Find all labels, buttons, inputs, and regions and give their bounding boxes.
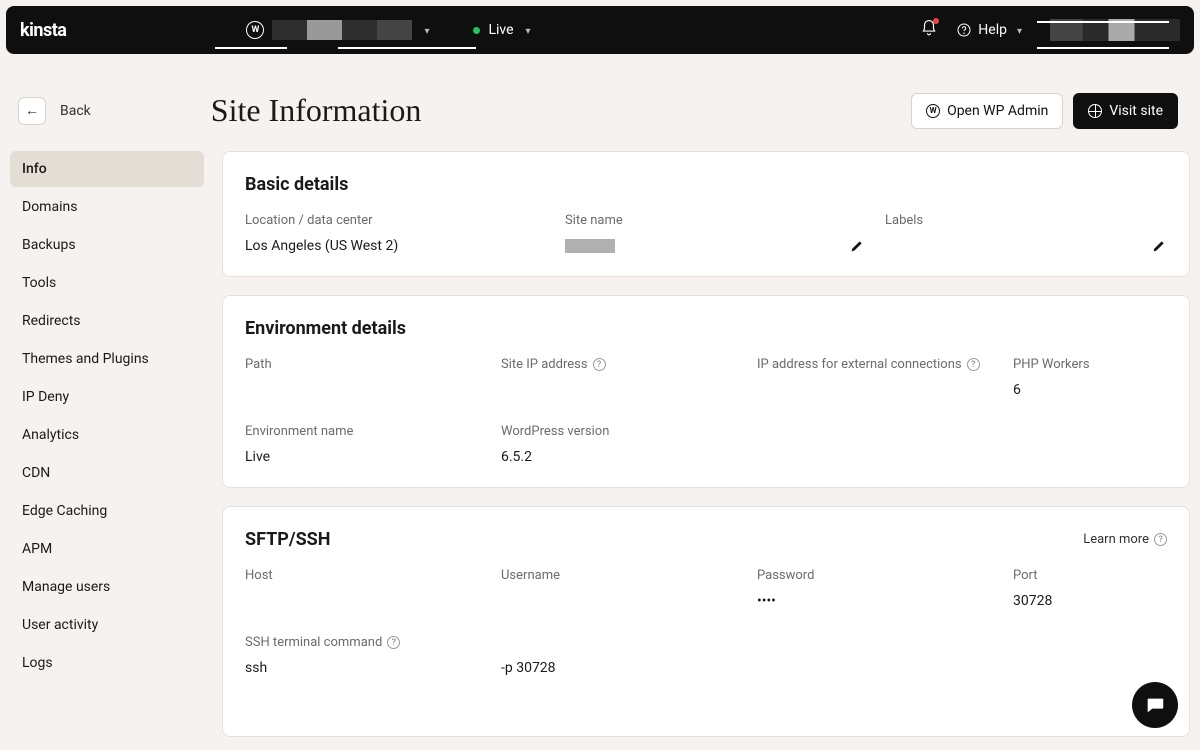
ssh-cmd-value-a: ssh	[245, 660, 481, 676]
info-icon[interactable]	[387, 636, 400, 649]
support-chat-button[interactable]	[1132, 682, 1178, 728]
username-label: Username	[501, 568, 737, 583]
environment-details-card: Environment details Path Site IP address…	[222, 295, 1190, 488]
site-ip-value	[501, 382, 737, 398]
ssh-cmd-value-b: -p 30728	[501, 660, 737, 676]
chevron-down-icon	[526, 23, 531, 37]
port-label: Port	[1013, 568, 1167, 583]
sidebar-item-backups[interactable]: Backups	[10, 227, 204, 263]
username-value	[501, 593, 737, 609]
site-name-redacted	[272, 20, 412, 40]
sidebar-item-ip-deny[interactable]: IP Deny	[10, 379, 204, 415]
status-dot-icon	[473, 27, 480, 34]
visit-site-button[interactable]: Visit site	[1073, 93, 1178, 129]
info-icon	[1154, 533, 1167, 546]
wordpress-icon	[246, 21, 264, 39]
chat-icon	[1144, 694, 1166, 716]
path-value	[245, 382, 481, 398]
decorative-line	[215, 47, 287, 49]
env-name-label: Environment name	[245, 424, 481, 439]
wp-version-label: WordPress version	[501, 424, 737, 439]
wordpress-icon	[926, 104, 940, 118]
sftp-ssh-card: SFTP/SSH Learn more Host Username	[222, 506, 1190, 737]
basic-details-card: Basic details Location / data center Los…	[222, 151, 1190, 277]
env-name-value: Live	[245, 449, 481, 465]
back-button[interactable]	[18, 97, 46, 125]
ext-ip-value	[757, 382, 993, 398]
open-wp-admin-label: Open WP Admin	[947, 103, 1048, 119]
pencil-icon	[1151, 238, 1167, 254]
chevron-down-icon	[424, 23, 429, 37]
sidebar-item-logs[interactable]: Logs	[10, 645, 204, 681]
page-header: Back Site Information Open WP Admin Visi…	[0, 60, 1200, 151]
sidebar-item-user-activity[interactable]: User activity	[10, 607, 204, 643]
sidebar-item-info[interactable]: Info	[10, 151, 204, 187]
page-title: Site Information	[211, 92, 422, 129]
decorative-line	[338, 47, 476, 49]
help-icon	[956, 22, 972, 38]
path-label: Path	[245, 357, 481, 372]
wp-version-value: 6.5.2	[501, 449, 737, 465]
edit-sitename-button[interactable]	[849, 238, 865, 254]
basic-details-title: Basic details	[245, 174, 1167, 195]
learn-more-link[interactable]: Learn more	[1083, 532, 1167, 547]
sidebar-nav: Info Domains Backups Tools Redirects The…	[10, 151, 204, 737]
decorative-line	[1037, 21, 1169, 23]
environment-switcher[interactable]: Live	[473, 22, 534, 38]
location-label: Location / data center	[245, 213, 545, 228]
location-value: Los Angeles (US West 2)	[245, 238, 545, 254]
site-ip-label: Site IP address	[501, 357, 737, 372]
sidebar-item-redirects[interactable]: Redirects	[10, 303, 204, 339]
sidebar-item-manage-users[interactable]: Manage users	[10, 569, 204, 605]
pencil-icon	[849, 238, 865, 254]
labels-label: Labels	[885, 213, 1167, 228]
sitename-value-redacted	[565, 239, 615, 253]
env-details-title: Environment details	[245, 318, 1167, 339]
php-workers-value: 6	[1013, 382, 1167, 398]
sidebar-item-apm[interactable]: APM	[10, 531, 204, 567]
edit-labels-button[interactable]	[1151, 238, 1167, 254]
decorative-line	[1037, 47, 1169, 49]
ext-ip-label: IP address for external connections	[757, 357, 993, 372]
sidebar-item-tools[interactable]: Tools	[10, 265, 204, 301]
sidebar-item-domains[interactable]: Domains	[10, 189, 204, 225]
notifications-button[interactable]	[920, 19, 938, 41]
globe-icon	[1088, 104, 1102, 118]
sidebar-item-edge-caching[interactable]: Edge Caching	[10, 493, 204, 529]
host-label: Host	[245, 568, 481, 583]
chevron-down-icon	[1017, 23, 1022, 37]
arrow-left-icon	[25, 102, 39, 119]
sidebar-item-cdn[interactable]: CDN	[10, 455, 204, 491]
topbar: kinsta Live Help	[6, 6, 1194, 54]
site-switcher[interactable]	[246, 20, 433, 40]
sidebar-item-themes-plugins[interactable]: Themes and Plugins	[10, 341, 204, 377]
sidebar-item-analytics[interactable]: Analytics	[10, 417, 204, 453]
brand-logo[interactable]: kinsta	[20, 20, 66, 41]
port-value: 30728	[1013, 593, 1167, 609]
php-workers-label: PHP Workers	[1013, 357, 1167, 372]
host-value	[245, 593, 481, 609]
visit-site-label: Visit site	[1109, 103, 1163, 119]
sitename-label: Site name	[565, 213, 865, 228]
env-label: Live	[488, 22, 513, 38]
notification-badge	[933, 18, 939, 24]
ssh-cmd-label: SSH terminal command	[245, 635, 481, 650]
open-wp-admin-button[interactable]: Open WP Admin	[911, 93, 1063, 129]
help-menu[interactable]: Help	[956, 22, 1026, 38]
sftp-title: SFTP/SSH	[245, 529, 330, 550]
password-label: Password	[757, 568, 993, 583]
back-label[interactable]: Back	[60, 103, 91, 119]
password-value: ••••	[757, 593, 993, 609]
info-icon[interactable]	[967, 358, 980, 371]
help-label: Help	[978, 22, 1007, 38]
info-icon[interactable]	[593, 358, 606, 371]
